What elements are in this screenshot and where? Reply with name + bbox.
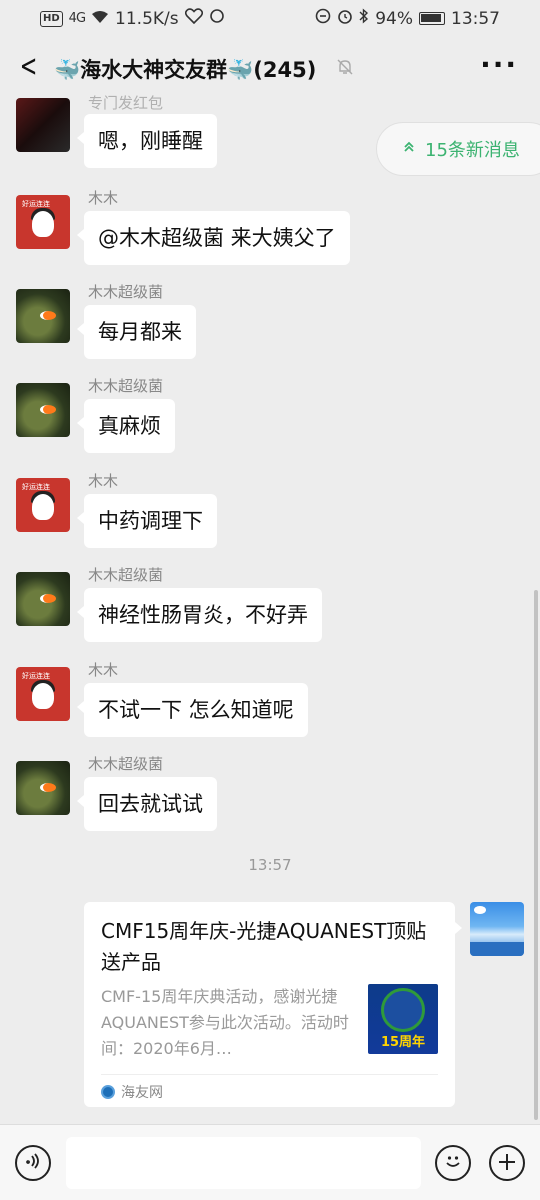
message-bubble[interactable]: 中药调理下 xyxy=(77,494,217,548)
link-card[interactable]: CMF15周年庆-光捷AQUANEST顶贴送产品 CMF-15周年庆典活动，感谢… xyxy=(84,902,462,1107)
plus-icon xyxy=(497,1149,517,1177)
network-speed: 11.5K/s xyxy=(115,8,179,29)
voice-icon xyxy=(24,1152,42,1175)
divider xyxy=(101,1074,438,1075)
battery-icon xyxy=(419,12,445,25)
wifi-icon xyxy=(91,9,109,29)
avatar[interactable] xyxy=(16,478,70,532)
new-messages-label: 15条新消息 xyxy=(425,140,520,161)
timestamp: 13:57 xyxy=(248,856,292,874)
new-messages-button[interactable]: 15条新消息 xyxy=(376,122,540,176)
hd-badge: HD xyxy=(40,10,63,27)
more-options-button[interactable]: ··· xyxy=(480,48,518,81)
message-bubble[interactable]: 每月都来 xyxy=(77,305,196,359)
message-bubble[interactable]: 回去就试试 xyxy=(77,777,217,831)
sender-name: 木木超级菌 xyxy=(88,283,164,301)
message-input[interactable] xyxy=(66,1137,421,1189)
avatar[interactable] xyxy=(16,195,70,249)
avatar[interactable] xyxy=(16,572,70,626)
emoji-button[interactable] xyxy=(435,1145,471,1181)
link-card-description: CMF-15周年庆典活动，感谢光捷AQUANEST参与此次活动。活动时间：202… xyxy=(101,987,349,1058)
sender-name: 木木 xyxy=(88,189,119,207)
message-bubble[interactable]: 嗯，刚睡醒 xyxy=(77,114,217,168)
thumbnail-text: 15周年 xyxy=(380,1035,426,1050)
sync-icon xyxy=(209,8,225,29)
status-time: 13:57 xyxy=(451,8,500,29)
double-chevron-up-icon xyxy=(403,141,415,157)
message-bubble[interactable]: 神经性肠胃炎，不好弄 xyxy=(77,588,322,642)
sender-name: 木木超级菌 xyxy=(88,377,164,395)
sender-name: 木木 xyxy=(88,661,119,679)
avatar[interactable] xyxy=(16,761,70,815)
thumbnail-logo xyxy=(381,988,425,1032)
signal-icon: 4G xyxy=(68,11,86,26)
status-bar: HD 4G 11.5K/s 94% 13:57 xyxy=(0,0,540,36)
link-card-thumbnail: 15周年 xyxy=(368,984,438,1054)
avatar[interactable] xyxy=(16,383,70,437)
message-bubble[interactable]: @木木超级菌 来大姨父了 xyxy=(77,211,350,265)
status-right: 94% 13:57 xyxy=(315,8,500,29)
message-bubble[interactable]: 不试一下 怎么知道呢 xyxy=(77,683,308,737)
status-left: HD 4G 11.5K/s xyxy=(40,8,225,29)
source-icon xyxy=(101,1085,115,1099)
voice-button[interactable] xyxy=(15,1145,51,1181)
alarm-icon xyxy=(337,8,353,29)
smile-icon xyxy=(442,1150,464,1177)
mute-icon xyxy=(336,58,354,81)
scrollbar[interactable] xyxy=(534,590,538,1120)
sender-name: 木木超级菌 xyxy=(88,566,164,584)
chat-header: < 🐳海水大神交友群🐳(245) ··· xyxy=(0,36,540,100)
sender-name: 木木超级菌 xyxy=(88,755,164,773)
message-bubble[interactable]: 真麻烦 xyxy=(77,399,175,453)
back-icon[interactable]: < xyxy=(20,52,38,82)
data-saver-icon xyxy=(315,8,331,29)
sender-name: 专门发红包 xyxy=(88,94,164,112)
battery-percent: 94% xyxy=(375,8,413,29)
input-bar xyxy=(0,1124,540,1200)
avatar[interactable] xyxy=(16,667,70,721)
sender-name: 木木 xyxy=(88,472,119,490)
plus-button[interactable] xyxy=(489,1145,525,1181)
source-label: 海友网 xyxy=(121,1085,163,1101)
bluetooth-icon xyxy=(359,8,369,29)
avatar[interactable] xyxy=(16,98,70,152)
link-card-title: CMF15周年庆-光捷AQUANEST顶贴送产品 xyxy=(101,919,427,974)
heart-icon xyxy=(184,8,203,29)
avatar[interactable] xyxy=(16,289,70,343)
chat-title[interactable]: 🐳海水大神交友群🐳(245) xyxy=(54,54,316,84)
link-card-source: 海友网 xyxy=(101,1082,163,1102)
self-avatar[interactable] xyxy=(470,902,524,956)
